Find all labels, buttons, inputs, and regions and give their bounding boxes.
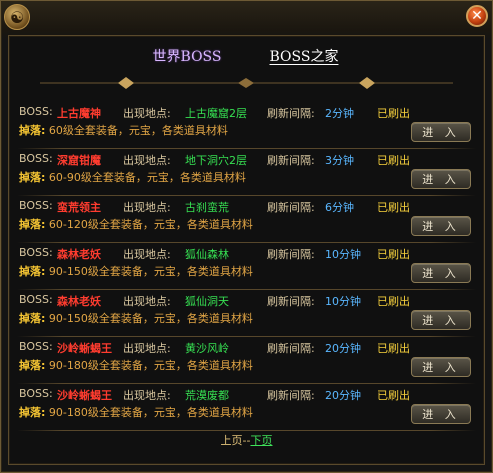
- enter-button[interactable]: 进 入: [411, 357, 471, 377]
- boss-entry: BOSS: 蛮荒领主 出现地点: 古刹蛮荒 刷新间隔: 6分钟 已刷出 掉落: …: [17, 196, 476, 243]
- drop-list: 60-120级全套装备，元宝，各类道具材料: [48, 218, 253, 231]
- enter-button[interactable]: 进 入: [411, 122, 471, 142]
- enter-button[interactable]: 进 入: [411, 263, 471, 283]
- location-label: 出现地点:: [123, 201, 171, 214]
- boss-entry: BOSS: 深窟钳魔 出现地点: 地下洞穴2层 刷新间隔: 3分钟 已刷出 掉落…: [17, 149, 476, 196]
- drop-label: 掉落:: [19, 312, 46, 325]
- drop-list: 60-90级全套装备，元宝，各类道具材料: [48, 171, 246, 184]
- boss-name: 深窟钳魔: [57, 154, 101, 167]
- title-ornament-divider: [40, 77, 453, 89]
- interval-label: 刷新间隔:: [267, 295, 315, 308]
- boss-label: BOSS:: [19, 105, 53, 118]
- spawn-status: 已刷出: [377, 389, 410, 402]
- boss-name: 上古魔神: [57, 107, 101, 120]
- spawn-status: 已刷出: [377, 295, 410, 308]
- boss-label: BOSS:: [19, 199, 53, 212]
- tab-world-boss[interactable]: 世界BOSS: [153, 46, 222, 66]
- drop-label: 掉落:: [19, 124, 46, 137]
- next-page-link[interactable]: 下页: [250, 434, 272, 447]
- spawn-status: 已刷出: [377, 248, 410, 261]
- drop-info-line: 掉落: 60-120级全套装备，元宝，各类道具材料: [19, 216, 253, 232]
- spawn-status: 已刷出: [377, 201, 410, 214]
- respawn-interval: 20分钟: [325, 342, 361, 355]
- boss-entry: BOSS: 沙岭蜥蝎王 出现地点: 黄沙风岭 刷新间隔: 20分钟 已刷出 掉落…: [17, 337, 476, 384]
- boss-location: 黄沙风岭: [185, 342, 229, 355]
- drop-label: 掉落:: [19, 218, 46, 231]
- boss-name: 蛮荒领主: [57, 201, 101, 214]
- location-label: 出现地点:: [123, 389, 171, 402]
- respawn-interval: 20分钟: [325, 389, 361, 402]
- tab-bar: 世界BOSS BOSS之家: [9, 36, 482, 76]
- drop-list: 90-150级全套装备，元宝，各类道具材料: [48, 312, 253, 325]
- drop-info-line: 掉落: 90-150级全套装备，元宝，各类道具材料: [19, 263, 253, 279]
- boss-entry: BOSS: 沙岭蜥蝎王 出现地点: 荒漠废都 刷新间隔: 20分钟 已刷出 掉落…: [17, 384, 476, 431]
- boss-label: BOSS:: [19, 387, 53, 400]
- boss-name: 沙岭蜥蝎王: [57, 389, 112, 402]
- location-label: 出现地点:: [123, 342, 171, 355]
- drop-list: 90-180级全套装备，元宝，各类道具材料: [48, 359, 253, 372]
- drop-label: 掉落:: [19, 171, 46, 184]
- respawn-interval: 3分钟: [325, 154, 354, 167]
- interval-label: 刷新间隔:: [267, 107, 315, 120]
- respawn-interval: 10分钟: [325, 248, 361, 261]
- close-icon: ✕: [471, 8, 483, 24]
- boss-name: 沙岭蜥蝎王: [57, 342, 112, 355]
- boss-location: 狐仙洞天: [185, 295, 229, 308]
- boss-label: BOSS:: [19, 152, 53, 165]
- boss-label: BOSS:: [19, 340, 53, 353]
- boss-location: 地下洞穴2层: [185, 154, 247, 167]
- location-label: 出现地点:: [123, 107, 171, 120]
- drop-info-line: 掉落: 90-180级全套装备，元宝，各类道具材料: [19, 357, 253, 373]
- respawn-interval: 2分钟: [325, 107, 354, 120]
- location-label: 出现地点:: [123, 154, 171, 167]
- boss-location: 上古魔窟2层: [185, 107, 247, 120]
- enter-button[interactable]: 进 入: [411, 216, 471, 236]
- boss-label: BOSS:: [19, 246, 53, 259]
- drop-info-line: 掉落: 60-90级全套装备，元宝，各类道具材料: [19, 169, 246, 185]
- drop-info-line: 掉落: 60级全套装备，元宝，各类道具材料: [19, 122, 228, 138]
- enter-button[interactable]: 进 入: [411, 404, 471, 424]
- location-label: 出现地点:: [123, 248, 171, 261]
- interval-label: 刷新间隔:: [267, 201, 315, 214]
- interval-label: 刷新间隔:: [267, 342, 315, 355]
- boss-name: 森林老妖: [57, 295, 101, 308]
- tab-boss-home[interactable]: BOSS之家: [270, 46, 339, 66]
- interval-label: 刷新间隔:: [267, 154, 315, 167]
- respawn-interval: 6分钟: [325, 201, 354, 214]
- drop-list: 90-180级全套装备，元宝，各类道具材料: [48, 406, 253, 419]
- enter-button[interactable]: 进 入: [411, 169, 471, 189]
- drop-label: 掉落:: [19, 359, 46, 372]
- spawn-status: 已刷出: [377, 342, 410, 355]
- drop-label: 掉落:: [19, 406, 46, 419]
- drop-list: 90-150级全套装备，元宝，各类道具材料: [48, 265, 253, 278]
- game-logo-icon: ☯: [4, 4, 30, 30]
- interval-label: 刷新间隔:: [267, 389, 315, 402]
- boss-entry: BOSS: 森林老妖 出现地点: 狐仙洞天 刷新间隔: 10分钟 已刷出 掉落:…: [17, 290, 476, 337]
- boss-name: 森林老妖: [57, 248, 101, 261]
- boss-list: BOSS: 上古魔神 出现地点: 上古魔窟2层 刷新间隔: 2分钟 已刷出 掉落…: [17, 102, 476, 431]
- close-button[interactable]: ✕: [466, 5, 488, 27]
- interval-label: 刷新间隔:: [267, 248, 315, 261]
- drop-list: 60级全套装备，元宝，各类道具材料: [48, 124, 228, 137]
- spawn-status: 已刷出: [377, 154, 410, 167]
- drop-label: 掉落:: [19, 265, 46, 278]
- location-label: 出现地点:: [123, 295, 171, 308]
- boss-label: BOSS:: [19, 293, 53, 306]
- boss-entry: BOSS: 森林老妖 出现地点: 狐仙森林 刷新间隔: 10分钟 已刷出 掉落:…: [17, 243, 476, 290]
- pagination: 上页--下页: [0, 432, 493, 448]
- enter-button[interactable]: 进 入: [411, 310, 471, 330]
- boss-location: 狐仙森林: [185, 248, 229, 261]
- spawn-status: 已刷出: [377, 107, 410, 120]
- boss-location: 荒漠废都: [185, 389, 229, 402]
- boss-entry: BOSS: 上古魔神 出现地点: 上古魔窟2层 刷新间隔: 2分钟 已刷出 掉落…: [17, 102, 476, 149]
- respawn-interval: 10分钟: [325, 295, 361, 308]
- row-divider: [17, 430, 476, 431]
- drop-info-line: 掉落: 90-180级全套装备，元宝，各类道具材料: [19, 404, 253, 420]
- boss-location: 古刹蛮荒: [185, 201, 229, 214]
- drop-info-line: 掉落: 90-150级全套装备，元宝，各类道具材料: [19, 310, 253, 326]
- prev-page-link[interactable]: 上页: [221, 434, 243, 447]
